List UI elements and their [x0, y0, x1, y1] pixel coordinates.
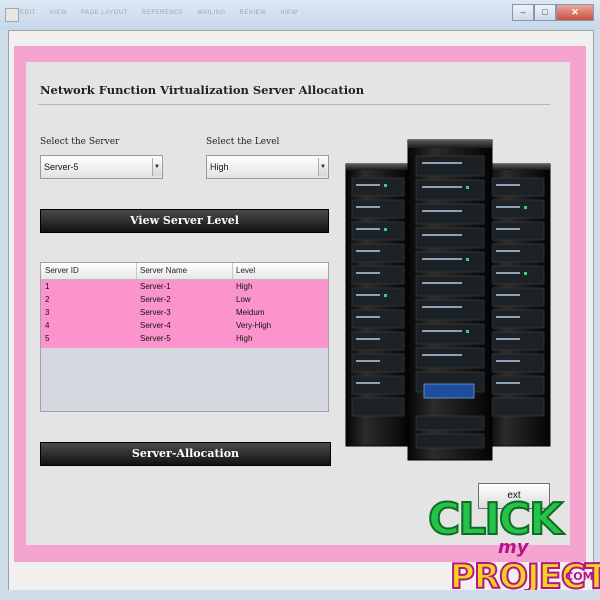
table-cell: 4 — [45, 321, 50, 330]
menu-item[interactable]: VIEW — [50, 10, 67, 16]
table-cell: Server-4 — [140, 321, 171, 330]
level-select-value: High — [210, 162, 229, 172]
server-rack-image — [344, 138, 552, 463]
title-bar: EDIT VIEW PAGE LAYOUT REFERENCE MAILING … — [0, 0, 600, 30]
server-rack-icon — [345, 139, 551, 461]
table-cell: High — [236, 282, 253, 291]
table-cell: High — [236, 334, 253, 343]
view-server-level-button[interactable]: View Server Level — [40, 209, 329, 233]
table-cell: 5 — [45, 334, 50, 343]
table-cell: Server-5 — [140, 334, 171, 343]
window-controls: – □ ✕ — [512, 4, 594, 21]
server-allocation-button[interactable]: Server-Allocation — [40, 442, 331, 466]
menu-item[interactable]: EDIT — [20, 10, 36, 16]
chevron-down-icon[interactable]: ▼ — [152, 158, 161, 176]
table-cell: Very-High — [236, 321, 272, 330]
table-cell: 2 — [45, 295, 50, 304]
table-cell: 3 — [45, 308, 50, 317]
menu-item[interactable]: MAILING — [198, 10, 226, 16]
menu-item[interactable]: VIEW — [280, 10, 297, 16]
table-header: Server ID Server Name Level — [41, 263, 328, 280]
menu-item[interactable]: REVIEW — [240, 10, 267, 16]
column-header[interactable]: Server ID — [45, 266, 79, 275]
server-select-label: Select the Server — [40, 137, 120, 147]
server-table[interactable]: Server ID Server Name Level 1 Server-1 H… — [40, 262, 329, 412]
level-select-label: Select the Level — [206, 137, 280, 147]
next-button[interactable]: ext — [478, 483, 550, 509]
table-cell: Low — [236, 295, 251, 304]
table-cell: Server-3 — [140, 308, 171, 317]
level-select[interactable]: High ▼ — [206, 155, 329, 179]
table-cell: Server-2 — [140, 295, 171, 304]
column-divider — [232, 263, 233, 279]
column-header[interactable]: Server Name — [140, 266, 187, 275]
table-body: 1 Server-1 High 2 Server-2 Low 3 Server-… — [41, 280, 328, 348]
table-cell: Meidum — [236, 308, 265, 317]
server-select[interactable]: Server-5 ▼ — [40, 155, 163, 179]
app-icon — [5, 8, 19, 22]
column-header[interactable]: Level — [236, 266, 255, 275]
menu-item[interactable]: REFERENCE — [142, 10, 184, 16]
table-cell: Server-1 — [140, 282, 171, 291]
application-window: EDIT VIEW PAGE LAYOUT REFERENCE MAILING … — [0, 0, 600, 600]
chevron-down-icon[interactable]: ▼ — [318, 158, 327, 176]
column-divider — [136, 263, 137, 279]
minimize-button[interactable]: – — [512, 4, 534, 21]
maximize-button[interactable]: □ — [534, 4, 556, 21]
close-button[interactable]: ✕ — [556, 4, 594, 21]
table-cell: 1 — [45, 282, 50, 291]
menu-bar: EDIT VIEW PAGE LAYOUT REFERENCE MAILING … — [20, 10, 298, 16]
server-select-value: Server-5 — [44, 162, 79, 172]
window-bottom-border — [0, 590, 600, 600]
page-title: Network Function Virtualization Server A… — [40, 83, 365, 97]
title-divider — [38, 104, 550, 105]
menu-item[interactable]: PAGE LAYOUT — [81, 10, 128, 16]
